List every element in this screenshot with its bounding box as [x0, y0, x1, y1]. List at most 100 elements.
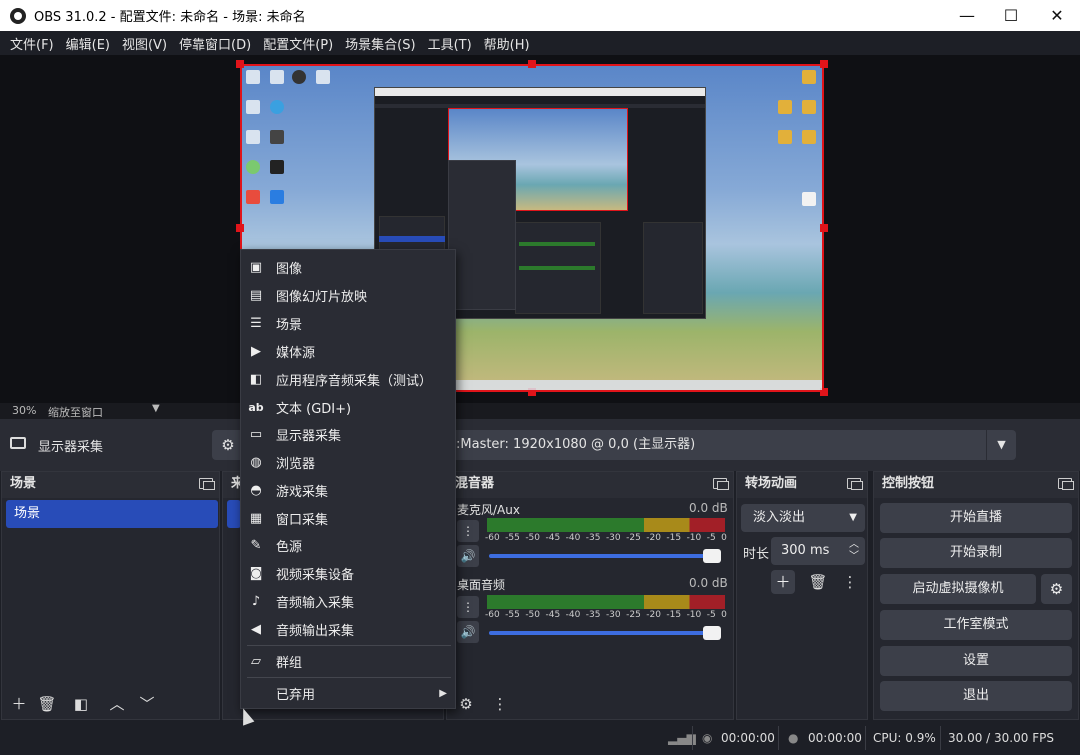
resize-handle-t[interactable] [528, 60, 536, 68]
scale-mode-select[interactable]: 缩放至窗口 [48, 404, 103, 420]
transitions-dock: 转场动画 淡入淡出 ▼ 时长 300 ms ︿ ﹀ ＋ 🗑 ⋮ [736, 471, 868, 720]
menu-item-display-capture[interactable]: ▭ 显示器采集 [241, 421, 455, 447]
menu-help[interactable]: 帮助(H) [478, 34, 536, 53]
duration-value: 300 ms [781, 543, 830, 558]
menu-item-image[interactable]: ▣ 图像 [241, 254, 455, 280]
menu-profile[interactable]: 配置文件(P) [257, 34, 339, 53]
record-time: 00:00:00 [808, 731, 862, 745]
zoom-level: 30% [12, 404, 37, 417]
scene-filters-button[interactable]: ◧ [68, 692, 94, 716]
menu-item-scene[interactable]: ☰ 场景 [241, 310, 455, 336]
menu-item-game-capture[interactable]: ◓ 游戏采集 [241, 477, 455, 503]
duration-spinbox[interactable]: 300 ms ︿ ﹀ [771, 537, 865, 565]
play-icon: ▶ [251, 343, 261, 359]
menu-item-text-gdi[interactable]: ab 文本 (GDI+) [241, 394, 455, 420]
globe-icon: ◍ [250, 454, 262, 470]
minimize-button[interactable]: — [944, 0, 990, 31]
add-scene-button[interactable]: ＋ [6, 692, 32, 716]
mic-mute-button[interactable]: 🔊 [457, 545, 479, 567]
add-source-context-menu: ▣ 图像 ▤ 图像幻灯片放映 ☰ 场景 ▶ 媒体源 ◧ 应用程序音频采集（测试） ab 文本… [240, 249, 456, 709]
move-scene-up-button[interactable]: ︿ [104, 692, 130, 716]
brush-icon: ✎ [250, 537, 262, 553]
maximize-button[interactable]: ☐ [988, 0, 1034, 31]
menu-item-color-source[interactable]: ✎ 色源 [241, 532, 455, 558]
chevron-down-icon[interactable]: ▼ [986, 430, 1016, 460]
transition-type-select[interactable]: 淡入淡出 ▼ [741, 504, 865, 532]
menu-item-group[interactable]: ▱ 群组 [241, 648, 455, 674]
settings-button[interactable]: 设置 [880, 646, 1072, 676]
chevron-down-icon[interactable]: ▼ [849, 504, 857, 532]
duration-label: 时长 [743, 547, 770, 562]
remove-scene-button[interactable]: 🗑 [34, 692, 60, 716]
record-status-icon: ● [788, 731, 799, 745]
menu-tools[interactable]: 工具(T) [422, 34, 478, 53]
speaker-icon: ◀ [251, 621, 261, 637]
desktop-options-button[interactable]: ⋮ [457, 596, 479, 618]
start-recording-button[interactable]: 开始录制 [880, 538, 1072, 568]
display-select[interactable]: :Master: 1920x1080 @ 0,0 (主显示器) ▼ [446, 430, 1016, 460]
virtual-camera-settings-gear-icon[interactable]: ⚙ [1041, 574, 1072, 604]
close-button[interactable]: ✕ [1034, 0, 1080, 31]
nested-context-menu [448, 160, 516, 310]
microphone-icon: ♪ [251, 593, 261, 609]
exit-button[interactable]: 退出 [880, 681, 1072, 711]
resize-handle-r[interactable] [820, 224, 828, 232]
menu-docks[interactable]: 停靠窗口(D) [173, 34, 257, 53]
menu-item-audio-input-capture[interactable]: ♪ 音频输入采集 [241, 588, 455, 614]
undock-icon[interactable] [1058, 478, 1074, 490]
scene-list-item[interactable]: 场景 [6, 500, 218, 528]
menu-item-window-capture[interactable]: ▦ 窗口采集 [241, 505, 455, 531]
cpu-usage: CPU: 0.9% [873, 731, 936, 745]
menu-item-audio-output-capture[interactable]: ◀ 音频输出采集 [241, 616, 455, 642]
source-toolbar: 显示器采集 ⚙ :Master: 1920x1080 @ 0,0 (主显示器) … [0, 419, 1080, 471]
menu-view[interactable]: 视图(V) [116, 34, 173, 53]
menu-item-image-slideshow[interactable]: ▤ 图像幻灯片放映 [241, 282, 455, 308]
studio-mode-button[interactable]: 工作室模式 [880, 610, 1072, 640]
preview-zoom-bar: 30% 缩放至窗口 ▼ [0, 403, 1080, 419]
mic-volume-slider[interactable] [489, 549, 721, 563]
resize-handle-l[interactable] [236, 224, 244, 232]
menu-scene-collection[interactable]: 场景集合(S) [339, 34, 421, 53]
transition-menu-button[interactable]: ⋮ [837, 570, 863, 594]
title-bar: OBS 31.0.2 - 配置文件: 未命名 - 场景: 未命名 — ☐ ✕ [0, 0, 1080, 31]
obs-logo-icon [10, 7, 26, 24]
transitions-title: 转场动画 [745, 476, 798, 491]
undock-icon[interactable] [199, 478, 215, 490]
menu-item-media-source[interactable]: ▶ 媒体源 [241, 338, 455, 364]
source-list-item[interactable] [227, 500, 241, 528]
menu-item-video-capture-device[interactable]: ◙ 视频采集设备 [241, 560, 455, 586]
move-scene-down-button[interactable]: ﹀ [134, 692, 160, 716]
text-icon: ab [248, 400, 264, 414]
menu-file[interactable]: 文件(F) [4, 34, 60, 53]
scene-list-icon: ☰ [250, 315, 262, 331]
submenu-arrow-icon: ▶ [439, 687, 447, 699]
audio-settings-gear-icon[interactable]: ⚙ [453, 692, 479, 716]
scale-mode-dropdown-icon[interactable]: ▼ [152, 403, 160, 414]
menu-item-deprecated[interactable]: 已弃用 ▶ [241, 680, 455, 706]
desktop-volume-slider[interactable] [489, 626, 721, 640]
controls-title: 控制按钮 [882, 476, 935, 491]
mic-options-button[interactable]: ⋮ [457, 520, 479, 542]
start-virtual-camera-button[interactable]: 启动虚拟摄像机 [880, 574, 1036, 604]
desktop-volume-meter [487, 595, 725, 609]
camera-icon: ◙ [249, 565, 263, 581]
audio-mixer-dock: 混音器 麦克风/Aux 0.0 dB ⋮ -60 -55 -50 -45 -40 -35-… [446, 471, 734, 720]
menu-item-browser[interactable]: ◍ 浏览器 [241, 449, 455, 475]
transitions-header: 转场动画 [737, 472, 867, 498]
remove-transition-button[interactable]: 🗑 [805, 570, 831, 594]
resize-handle-tr[interactable] [820, 60, 828, 68]
menu-edit[interactable]: 编辑(E) [60, 34, 116, 53]
display-select-value: :Master: 1920x1080 @ 0,0 (主显示器) [456, 437, 696, 452]
stream-time: 00:00:00 [721, 731, 775, 745]
undock-icon[interactable] [713, 478, 729, 490]
add-transition-button[interactable]: ＋ [771, 570, 795, 594]
window-title: OBS 31.0.2 - 配置文件: 未命名 - 场景: 未命名 [34, 10, 306, 25]
desktop-mute-button[interactable]: 🔊 [457, 621, 479, 643]
menu-item-app-audio-capture[interactable]: ◧ 应用程序音频采集（测试） [241, 366, 455, 392]
start-streaming-button[interactable]: 开始直播 [880, 503, 1072, 533]
resize-handle-tl[interactable] [236, 60, 244, 68]
undock-icon[interactable] [847, 478, 863, 490]
chevron-down-icon[interactable]: ﹀ [849, 543, 859, 571]
mixer-menu-button[interactable]: ⋮ [487, 692, 513, 716]
mixer-title: 混音器 [455, 476, 495, 491]
